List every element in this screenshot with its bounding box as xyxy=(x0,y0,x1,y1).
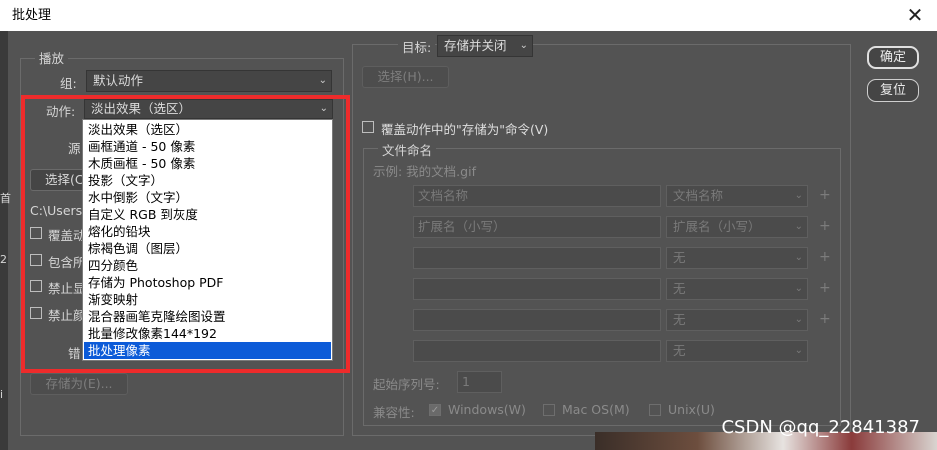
compat-label: 兼容性: xyxy=(373,405,415,420)
start-serial-label: 起始序列号: xyxy=(373,377,440,392)
naming-select-value: 扩展名（小写） xyxy=(673,219,761,234)
chevron-down-icon: ⌄ xyxy=(794,190,803,201)
chevron-down-icon: ⌄ xyxy=(318,75,327,86)
naming-input[interactable] xyxy=(413,247,661,269)
windows-label: Windows(W) xyxy=(448,402,526,417)
override-save-as-checkbox[interactable] xyxy=(362,121,374,133)
chevron-down-icon: ⌄ xyxy=(519,40,528,51)
add-row-icon[interactable]: + xyxy=(819,218,831,234)
file-naming-example: 示例: 我的文档.gif xyxy=(373,164,476,179)
naming-input[interactable] xyxy=(413,340,661,362)
naming-select-value: 无 xyxy=(673,343,686,358)
naming-select-value: 无 xyxy=(673,250,686,265)
ok-button[interactable]: 确定 xyxy=(867,46,919,69)
add-row-icon[interactable]: + xyxy=(819,280,831,296)
watermark: CSDN @qq_22841387 xyxy=(721,417,920,438)
add-row-icon[interactable]: + xyxy=(819,187,831,203)
naming-input[interactable] xyxy=(413,278,661,300)
save-as-label: 存储为(E)... xyxy=(45,376,113,391)
naming-select[interactable]: 文档名称 ⌄ xyxy=(666,185,808,207)
target-label: 目标: xyxy=(398,37,436,56)
clipped-glyph: 首 xyxy=(0,192,11,205)
naming-select-value: 无 xyxy=(673,281,686,296)
window-title: 批处理 xyxy=(12,8,52,23)
chevron-down-icon: ⌄ xyxy=(794,345,803,356)
group-label: 组: xyxy=(60,76,77,91)
naming-select[interactable]: 无 ⌄ xyxy=(666,278,808,300)
macos-checkbox[interactable] xyxy=(543,404,555,416)
annotation-highlight-box xyxy=(21,95,350,373)
window-title-bar: 批处理 xyxy=(0,0,937,31)
add-row-icon[interactable]: + xyxy=(819,249,831,265)
target-select-value: 存储并关闭 xyxy=(444,38,507,53)
chevron-down-icon: ⌄ xyxy=(794,314,803,325)
reset-label: 复位 xyxy=(879,83,906,98)
unix-label: Unix(U) xyxy=(668,402,715,417)
save-as-button[interactable]: 存储为(E)... xyxy=(30,373,128,395)
ok-label: 确定 xyxy=(879,50,906,65)
naming-select[interactable]: 无 ⌄ xyxy=(666,340,808,362)
naming-input[interactable]: 扩展名（小写） xyxy=(413,216,661,238)
naming-select[interactable]: 扩展名（小写） ⌄ xyxy=(666,216,808,238)
chevron-down-icon: ⌄ xyxy=(794,252,803,263)
naming-input[interactable]: 文档名称 xyxy=(413,185,661,207)
choose-destination-button[interactable]: 选择(H)... xyxy=(362,66,449,88)
add-row-icon[interactable]: + xyxy=(819,311,831,327)
clipped-glyph: 2 xyxy=(0,253,7,266)
chevron-down-icon: ⌄ xyxy=(794,283,803,294)
file-naming-legend: 文件命名 xyxy=(378,140,437,159)
group-select[interactable]: 默认动作 ⌄ xyxy=(86,70,332,92)
unix-checkbox[interactable] xyxy=(649,404,661,416)
naming-select[interactable]: 无 ⌄ xyxy=(666,309,808,331)
start-serial-input[interactable]: 1 xyxy=(457,371,502,393)
target-select[interactable]: 存储并关闭 ⌄ xyxy=(437,35,533,57)
reset-button[interactable]: 复位 xyxy=(867,79,919,102)
close-icon[interactable]: ✕ xyxy=(903,2,927,28)
override-save-as-label: 覆盖动作中的"存储为"命令(V) xyxy=(381,122,549,137)
naming-select-value: 无 xyxy=(673,312,686,327)
choose-destination-label: 选择(H)... xyxy=(377,69,434,84)
group-select-value: 默认动作 xyxy=(93,73,144,88)
chevron-down-icon: ⌄ xyxy=(794,221,803,232)
naming-select-value: 文档名称 xyxy=(673,188,724,203)
clipped-glyph: i xyxy=(0,388,4,401)
windows-checkbox[interactable]: ✓ xyxy=(429,404,441,416)
naming-select[interactable]: 无 ⌄ xyxy=(666,247,808,269)
play-legend: 播放 xyxy=(35,48,69,67)
naming-input[interactable] xyxy=(413,309,661,331)
macos-label: Mac OS(M) xyxy=(562,402,630,417)
